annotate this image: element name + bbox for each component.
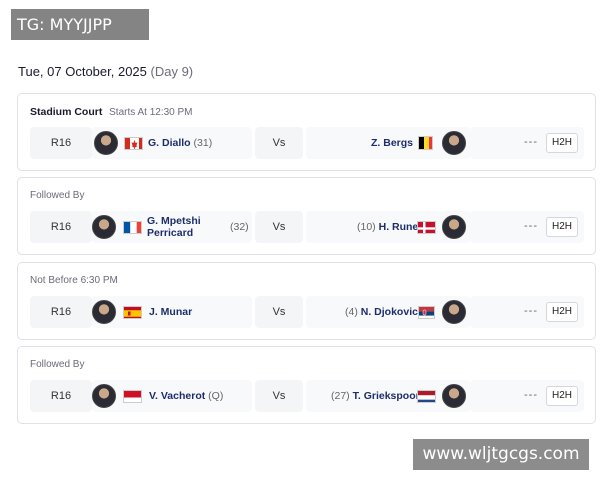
belgium-flag-icon	[418, 136, 433, 150]
score: ---	[524, 136, 538, 148]
match-time: Followed By	[30, 190, 85, 201]
denmark-flag-icon	[417, 221, 436, 234]
h2h-button[interactable]: H2H	[546, 386, 578, 406]
round-badge: R16	[30, 296, 92, 328]
netherlands-flag-icon	[417, 390, 436, 403]
card-header: Followed By	[30, 359, 84, 370]
card-header: Not Before 6:30 PM	[30, 275, 118, 286]
h2h-button[interactable]: H2H	[546, 302, 578, 322]
date-heading: Tue, 07 October, 2025 (Day 9)	[18, 64, 193, 79]
match-time: Not Before 6:30 PM	[30, 275, 118, 286]
h2h-button[interactable]: H2H	[546, 133, 578, 153]
player2-name[interactable]: (27) T. Griekspoor	[331, 390, 420, 402]
score: ---	[524, 389, 538, 401]
player1-avatar	[92, 384, 116, 408]
player2-name[interactable]: (4) N. Djokovic	[345, 306, 418, 318]
card-header: Followed By	[30, 190, 84, 201]
player1-name[interactable]: G. Mpetshi Perricard	[147, 215, 201, 239]
match-time: Starts At 12:30 PM	[109, 107, 193, 118]
round-badge: R16	[30, 127, 92, 159]
vs-label: Vs	[255, 211, 303, 243]
player2-name[interactable]: Z. Bergs	[371, 137, 413, 149]
round-badge: R16	[30, 211, 92, 243]
player1-seed: (32)	[230, 221, 249, 233]
match-card[interactable]: Followed By R16 V. Vacherot (Q) Vs (27) …	[17, 346, 596, 424]
player1-avatar	[94, 131, 118, 155]
player1-name[interactable]: V. Vacherot (Q)	[149, 390, 223, 402]
card-header: Stadium Court Starts At 12:30 PM	[30, 106, 193, 118]
score: ---	[524, 305, 538, 317]
vs-label: Vs	[255, 296, 303, 328]
player1-avatar	[92, 215, 116, 239]
monaco-flag-icon	[123, 390, 142, 403]
player2-avatar	[442, 300, 466, 324]
h2h-button[interactable]: H2H	[546, 217, 578, 237]
player2-avatar	[442, 215, 466, 239]
court-name: Stadium Court	[30, 106, 103, 118]
watermark-top: TG: MYYJJPP	[11, 9, 149, 40]
watermark-bottom: www.wljtgcgs.com	[413, 439, 589, 470]
player2-avatar	[442, 131, 466, 155]
match-time: Followed By	[30, 359, 85, 370]
france-flag-icon	[123, 221, 142, 234]
player1-name[interactable]: G. Diallo (31)	[148, 137, 212, 149]
serbia-flag-icon	[418, 306, 435, 319]
player2-avatar	[442, 384, 466, 408]
date-label: Tue, 07 October, 2025	[18, 64, 147, 79]
player2-name[interactable]: (10) H. Rune	[357, 221, 418, 233]
canada-flag-icon	[124, 137, 143, 150]
match-card[interactable]: Not Before 6:30 PM R16 J. Munar Vs (4) N…	[17, 262, 596, 340]
round-badge: R16	[30, 380, 92, 412]
vs-label: Vs	[255, 380, 303, 412]
player1-avatar	[92, 300, 116, 324]
spain-flag-icon	[123, 306, 142, 319]
match-card[interactable]: Followed By R16 G. Mpetshi Perricard (32…	[17, 177, 596, 255]
match-card[interactable]: Stadium Court Starts At 12:30 PM R16 G. …	[17, 93, 596, 171]
score: ---	[524, 220, 538, 232]
vs-label: Vs	[255, 127, 303, 159]
day-label: (Day 9)	[150, 64, 194, 79]
player1-name[interactable]: J. Munar	[149, 306, 192, 318]
